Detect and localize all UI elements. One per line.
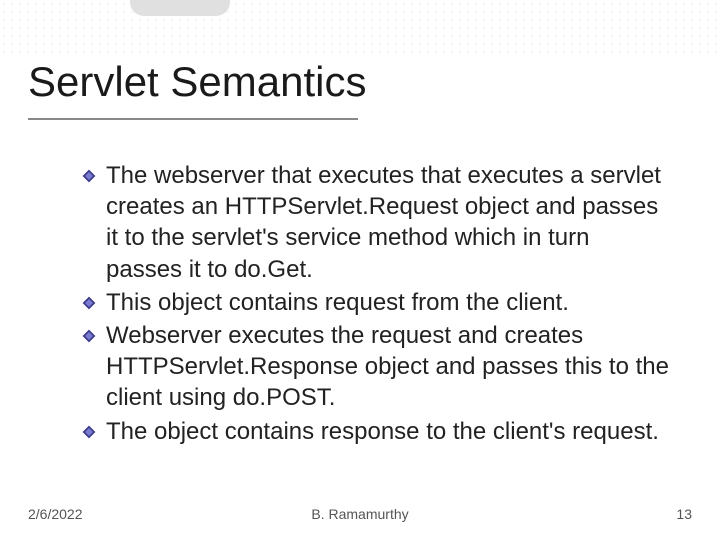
diamond-bullet-icon [80, 167, 98, 185]
slide-footer: 2/6/2022 B. Ramamurthy 13 [28, 506, 692, 522]
list-item: This object contains request from the cl… [80, 287, 670, 318]
bullet-text: The webserver that executes that execute… [106, 160, 670, 285]
list-item: The object contains response to the clie… [80, 416, 670, 447]
bullet-text: The object contains response to the clie… [106, 416, 659, 447]
list-item: Webserver executes the request and creat… [80, 320, 670, 414]
footer-author: B. Ramamurthy [311, 506, 408, 522]
list-item: The webserver that executes that execute… [80, 160, 670, 285]
diamond-bullet-icon [80, 327, 98, 345]
top-decoration [130, 0, 230, 16]
dotted-background [0, 0, 720, 58]
footer-date: 2/6/2022 [28, 506, 83, 522]
bullet-text: Webserver executes the request and creat… [106, 320, 670, 414]
bullet-text: This object contains request from the cl… [106, 287, 569, 318]
slide-title: Servlet Semantics [28, 58, 366, 106]
diamond-bullet-icon [80, 294, 98, 312]
diamond-bullet-icon [80, 423, 98, 441]
bullet-list: The webserver that executes that execute… [80, 160, 670, 449]
footer-page-number: 13 [676, 506, 692, 522]
title-underline [28, 118, 358, 120]
